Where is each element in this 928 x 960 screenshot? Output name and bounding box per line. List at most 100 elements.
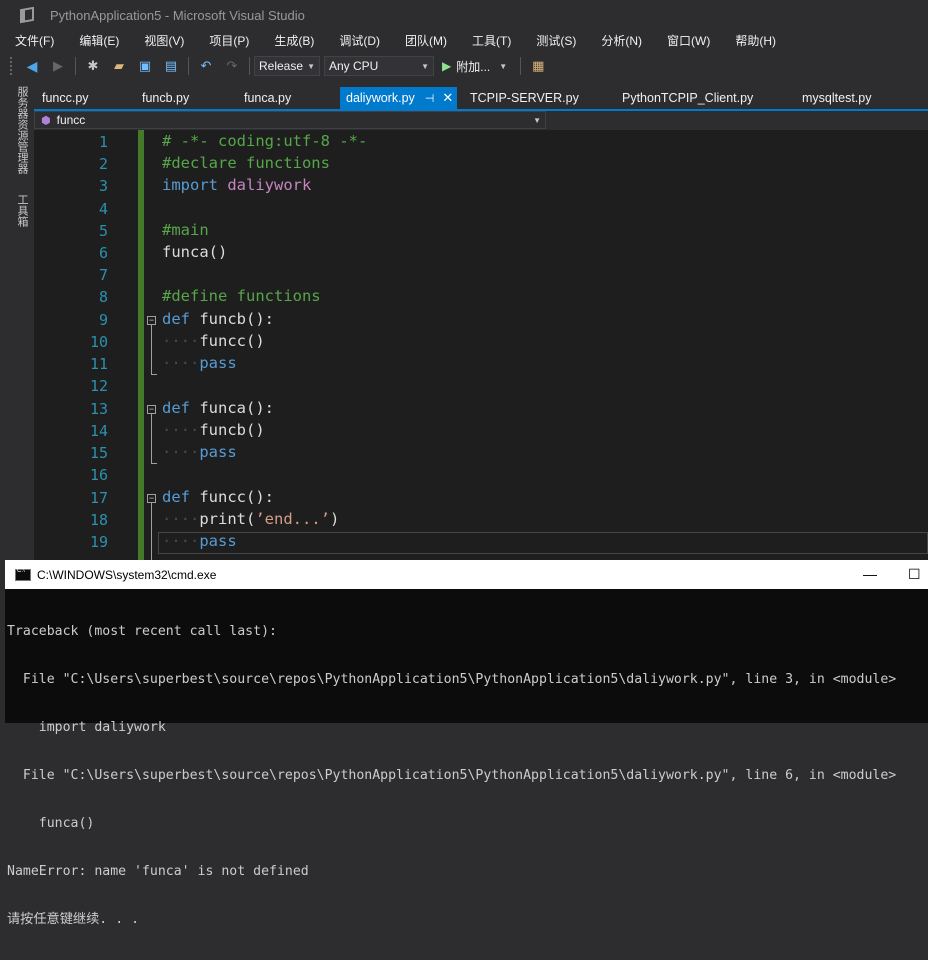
- line-number: 10: [89, 333, 108, 351]
- tab-label: daliywork.py: [346, 91, 415, 105]
- visual-studio-logo-icon: [18, 5, 38, 25]
- code-line: ····pass: [162, 532, 237, 550]
- menu-project[interactable]: 项目(P): [194, 32, 259, 49]
- line-number: 5: [98, 222, 108, 240]
- undo-icon[interactable]: ↶: [198, 58, 214, 74]
- title-bar: PythonApplication5 - Microsoft Visual St…: [0, 0, 928, 30]
- cmd-title: C:\WINDOWS\system32\cmd.exe: [37, 567, 217, 582]
- code-line: funca(): [162, 243, 228, 261]
- cmd-title-bar[interactable]: C:\WINDOWS\system32\cmd.exe — ☐: [5, 560, 928, 589]
- code-line: def funca():: [162, 399, 274, 417]
- solution-configuration-dropdown[interactable]: Release ▼: [254, 56, 320, 76]
- chevron-down-icon[interactable]: ▼: [495, 58, 511, 74]
- menu-test[interactable]: 测试(S): [521, 32, 586, 49]
- tab-label: funca.py: [244, 91, 292, 105]
- tab-tcpip-server[interactable]: TCPIP-SERVER.py: [470, 87, 579, 109]
- tab-label: funcc.py: [42, 91, 89, 105]
- navbar-member: funcc: [56, 113, 86, 127]
- line-number: 12: [89, 377, 108, 395]
- collapse-icon[interactable]: −: [147, 494, 156, 503]
- cmd-output-line: NameError: name 'funca' is not defined: [7, 864, 309, 879]
- start-icon[interactable]: ▶: [442, 59, 451, 73]
- toolbar: ◀ ▶ ✱ ▰ ▣ ▤ ↶ ↷ Release ▼ Any CPU ▼ ▶ 附加…: [0, 53, 928, 79]
- line-number: 3: [98, 177, 108, 195]
- tab-daliywork[interactable]: daliywork.py ⊣ ✕: [340, 87, 458, 109]
- line-number: 13: [89, 400, 108, 418]
- function-icon: ⬢: [41, 114, 51, 127]
- member-navigation-dropdown[interactable]: ⬢ funcc ▼: [34, 111, 546, 129]
- chevron-down-icon: ▼: [421, 61, 429, 71]
- pin-icon[interactable]: ⊣: [425, 92, 435, 105]
- open-file-icon[interactable]: ▰: [111, 58, 127, 74]
- tab-label: TCPIP-SERVER.py: [470, 91, 579, 105]
- cmd-output-line: 请按任意键继续. . .: [7, 912, 140, 927]
- configuration-value: Release: [259, 59, 304, 73]
- back-icon[interactable]: ◀: [24, 58, 40, 74]
- line-number: 8: [98, 288, 108, 306]
- toolbox-tab[interactable]: 工具箱: [14, 194, 28, 227]
- chevron-down-icon: ▼: [533, 115, 541, 125]
- collapse-icon[interactable]: −: [147, 405, 156, 414]
- menu-team[interactable]: 团队(M): [390, 32, 457, 49]
- tab-label: PythonTCPIP_Client.py: [622, 91, 754, 105]
- save-all-icon[interactable]: ▤: [163, 58, 179, 74]
- line-number: 15: [89, 444, 108, 462]
- tab-funcb[interactable]: funcb.py: [142, 87, 189, 109]
- menu-debug[interactable]: 调试(D): [324, 32, 390, 49]
- code-line: ····pass: [162, 354, 237, 372]
- close-icon[interactable]: ✕: [442, 90, 453, 106]
- tab-label: mysqltest.py: [802, 91, 872, 105]
- code-line: def funcb():: [162, 310, 274, 328]
- menu-build[interactable]: 生成(B): [259, 32, 324, 49]
- tab-pythontcpip-client[interactable]: PythonTCPIP_Client.py: [622, 87, 753, 109]
- collapse-icon[interactable]: −: [147, 316, 156, 325]
- cmd-output-line: File "C:\Users\superbest\source\repos\Py…: [7, 768, 897, 783]
- code-line: import daliywork: [162, 176, 312, 194]
- cmd-output-line: File "C:\Users\superbest\source\repos\Py…: [7, 672, 897, 687]
- find-icon[interactable]: ▦: [530, 58, 546, 74]
- code-editor[interactable]: 1 2 3 4 5 6 7 8 9 10 11 12 13 14 15 16 1…: [34, 130, 928, 560]
- code-line: ····pass: [162, 443, 237, 461]
- line-number: 7: [98, 266, 108, 284]
- server-explorer-tab[interactable]: 服务器资源管理器: [14, 86, 28, 174]
- code-line: ····print(’end...’): [162, 510, 340, 528]
- left-tool-strip: 服务器资源管理器 工具箱: [0, 84, 34, 560]
- menu-file[interactable]: 文件(F): [0, 32, 64, 49]
- cmd-window[interactable]: C:\WINDOWS\system32\cmd.exe — ☐ Tracebac…: [5, 560, 928, 927]
- maximize-icon[interactable]: ☐: [908, 566, 921, 583]
- menu-window[interactable]: 窗口(W): [652, 32, 720, 49]
- code-line: ····funcc(): [162, 332, 265, 350]
- save-icon[interactable]: ▣: [137, 58, 153, 74]
- tab-label: funcb.py: [142, 91, 190, 105]
- redo-icon[interactable]: ↷: [224, 58, 240, 74]
- line-number: 1: [98, 133, 108, 151]
- menu-bar: 文件(F) 编辑(E) 视图(V) 项目(P) 生成(B) 调试(D) 团队(M…: [0, 30, 928, 50]
- line-number: 18: [89, 511, 108, 529]
- attach-button[interactable]: 附加...: [456, 58, 490, 75]
- cmd-output-line: import daliywork: [7, 720, 166, 735]
- code-line: #main: [162, 221, 209, 239]
- menu-analyze[interactable]: 分析(N): [586, 32, 652, 49]
- menu-tools[interactable]: 工具(T): [457, 32, 521, 49]
- tab-mysqltest[interactable]: mysqltest.py: [802, 87, 871, 109]
- line-number: 4: [98, 200, 108, 218]
- chevron-down-icon: ▼: [307, 61, 315, 71]
- new-project-icon[interactable]: ✱: [85, 58, 101, 74]
- menu-view[interactable]: 视图(V): [129, 32, 194, 49]
- code-line: def funcc():: [162, 488, 274, 506]
- forward-icon[interactable]: ▶: [50, 58, 66, 74]
- solution-platform-dropdown[interactable]: Any CPU ▼: [324, 56, 434, 76]
- platform-value: Any CPU: [329, 59, 379, 73]
- menu-edit[interactable]: 编辑(E): [64, 32, 129, 49]
- line-number: 2: [98, 155, 108, 173]
- menu-help[interactable]: 帮助(H): [720, 32, 786, 49]
- toolbar-grip[interactable]: [10, 57, 15, 75]
- minimize-icon[interactable]: —: [863, 566, 877, 582]
- line-number: 19: [89, 533, 108, 551]
- code-line: #define functions: [162, 287, 321, 305]
- tab-funca[interactable]: funca.py: [244, 87, 291, 109]
- line-number: 11: [89, 355, 108, 373]
- cmd-output-line: Traceback (most recent call last):: [7, 624, 277, 639]
- tab-funcc[interactable]: funcc.py: [42, 87, 89, 109]
- line-number: 6: [98, 244, 108, 262]
